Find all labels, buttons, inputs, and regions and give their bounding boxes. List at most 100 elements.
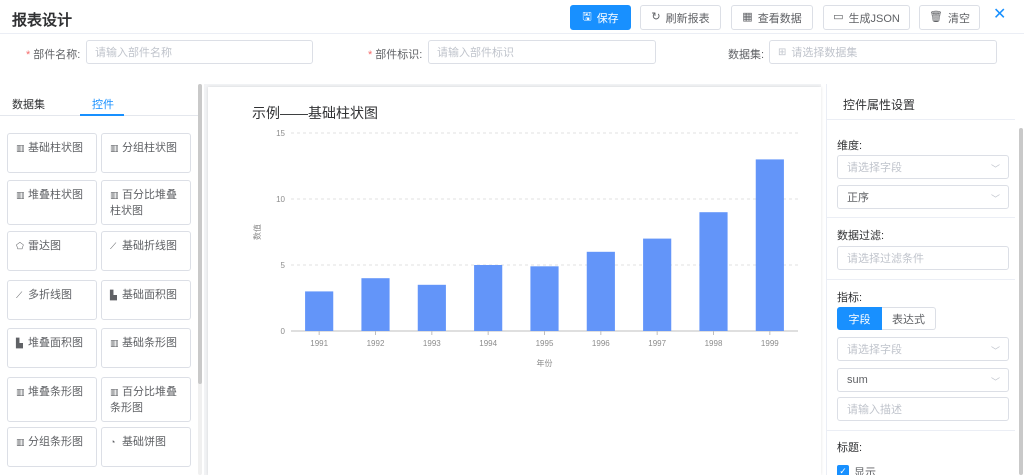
x-tick-label: 1997 xyxy=(648,339,666,348)
widget-label: 基础饼图 xyxy=(122,436,166,448)
x-tick-label: 1991 xyxy=(310,339,328,348)
show-title-checkbox[interactable]: ✓ xyxy=(837,465,849,475)
property-panel: 控件属性设置 维度: 请选择字段 ﹀ 正序 ﹀ 数据过滤: 请选择过滤条件 指标… xyxy=(826,84,1024,475)
widget-label: 多折线图 xyxy=(28,289,72,301)
divider xyxy=(827,217,1015,218)
widget-item[interactable]: ▥ 基础柱状图 xyxy=(7,133,97,173)
bar xyxy=(417,284,446,331)
bar-chart-icon: ▥ xyxy=(110,143,119,153)
x-tick-label: 1998 xyxy=(705,339,723,348)
widget-panel: 数据集 控件 ▥ 基础柱状图 ▥ 分组柱状图 ▥ 堆叠柱状图 ▥ 百分比堆叠柱状图 ⬠ 雷达图 ⟋ 基… xyxy=(0,84,198,475)
metric-tab-field[interactable]: 字段 xyxy=(837,307,882,330)
y-tick-label: 10 xyxy=(276,195,285,204)
x-axis-label: 年份 xyxy=(537,358,553,368)
view-data-button[interactable]: ▦ 查看数据 xyxy=(731,5,813,30)
property-panel-title: 控件属性设置 xyxy=(843,98,916,112)
x-tick-label: 1996 xyxy=(592,339,610,348)
grid-icon: ⊞ xyxy=(778,46,787,58)
bar xyxy=(361,278,390,331)
form-row: * 部件名称: 请输入部件名称 * 部件标识: 请输入部件标识 数据集: ⊞ 请选择… xyxy=(0,38,1024,68)
save-icon: 🖫 xyxy=(582,11,592,23)
x-tick-label: 1994 xyxy=(479,339,497,348)
widget-label: 分组柱状图 xyxy=(122,142,177,154)
dataset-select[interactable]: ⊞ 请选择数据集 xyxy=(769,40,997,64)
window-icon: ▭ xyxy=(833,11,844,23)
widget-label: 基础面积图 xyxy=(122,289,177,301)
bar xyxy=(586,251,615,331)
widget-item[interactable]: ⟋ 基础折线图 xyxy=(101,231,191,271)
dimension-order-select[interactable]: 正序 ﹀ xyxy=(837,185,1009,209)
component-id-input[interactable]: 请输入部件标识 xyxy=(428,40,656,64)
right-scrollbar[interactable] xyxy=(1019,128,1023,475)
generate-json-button[interactable]: ▭ 生成JSON xyxy=(823,5,910,30)
widget-label: 雷达图 xyxy=(28,240,61,252)
area-chart-icon: ▙ xyxy=(110,290,117,300)
widget-item[interactable]: ▥ 基础条形图 xyxy=(101,328,191,368)
widget-item[interactable]: ▥ 百分比堆叠柱状图 xyxy=(101,180,191,225)
y-tick-label: 0 xyxy=(281,327,286,336)
bar-chart-icon: ▥ xyxy=(16,143,25,153)
divider xyxy=(827,430,1015,431)
metric-tab-expression[interactable]: 表达式 xyxy=(882,307,936,330)
view-data-label: 查看数据 xyxy=(757,12,802,25)
pie-chart-icon: ◔ xyxy=(110,437,116,447)
close-icon[interactable]: ✕ xyxy=(993,7,1006,23)
widget-item[interactable]: ▙ 堆叠面积图 xyxy=(7,328,97,368)
dimension-label: 维度: xyxy=(837,140,863,152)
divider xyxy=(827,119,1015,120)
bar-chart-icon: ▥ xyxy=(16,387,25,397)
chevron-down-icon: ﹀ xyxy=(990,164,1000,174)
widget-item[interactable]: ▥ 堆叠条形图 xyxy=(7,377,97,422)
bar-chart-icon: ▥ xyxy=(16,437,25,447)
widget-label: 堆叠柱状图 xyxy=(28,189,83,201)
widget-item[interactable]: ▥ 分组条形图 xyxy=(7,427,97,467)
x-tick-label: 1992 xyxy=(367,339,385,348)
save-button[interactable]: 🖫 保存 xyxy=(570,5,631,30)
widget-label: 基础柱状图 xyxy=(28,142,83,154)
divider xyxy=(827,279,1015,280)
chart-card[interactable]: 示例——基础柱状图 0 5 10 15 1991 1992 1993 1994 1995 1996 1… xyxy=(208,87,821,475)
radar-chart-icon: ⬠ xyxy=(16,241,24,251)
clear-button[interactable]: 🗑 清空 xyxy=(919,5,980,30)
widget-item[interactable]: ▥ 百分比堆叠条形图 xyxy=(101,377,191,422)
widget-item[interactable]: ▥ 分组柱状图 xyxy=(101,133,191,173)
title-label: 标题: xyxy=(837,442,863,454)
widget-item[interactable]: ◔ 基础饼图 xyxy=(101,427,191,467)
component-id-label: * 部件标识: xyxy=(368,49,423,61)
show-title-label: 显示 xyxy=(854,467,876,475)
widget-label: 基础折线图 xyxy=(122,240,177,252)
refresh-report-button[interactable]: ↻ 刷新报表 xyxy=(640,5,721,30)
bar-chart-icon: ▥ xyxy=(16,190,25,200)
chevron-down-icon: ﹀ xyxy=(990,346,1000,356)
bar-chart-icon: ▥ xyxy=(110,190,119,200)
metric-description-input[interactable]: 请输入描述 xyxy=(837,397,1009,421)
component-name-input[interactable]: 请输入部件名称 xyxy=(86,40,313,64)
generate-json-label: 生成JSON xyxy=(848,12,900,25)
filter-select[interactable]: 请选择过滤条件 xyxy=(837,246,1009,270)
dimension-field-select[interactable]: 请选择字段 ﹀ xyxy=(837,155,1009,179)
metric-field-select[interactable]: 请选择字段 ﹀ xyxy=(837,337,1009,361)
widget-item[interactable]: ⟋ 多折线图 xyxy=(7,280,97,320)
left-scrollbar[interactable] xyxy=(198,84,202,384)
y-axis-label: 数值 xyxy=(252,224,262,240)
dataset-label: 数据集: xyxy=(728,49,765,61)
refresh-report-label: 刷新报表 xyxy=(665,12,710,25)
bar xyxy=(643,238,672,331)
widget-item[interactable]: ▙ 基础面积图 xyxy=(101,280,191,320)
line-chart-icon: ⟋ xyxy=(110,241,117,251)
component-name-label: * 部件名称: xyxy=(26,49,81,61)
clear-label: 清空 xyxy=(947,12,970,25)
chevron-down-icon: ﹀ xyxy=(990,194,1000,204)
metric-aggregation-select[interactable]: sum ﹀ xyxy=(837,368,1009,392)
tab-dataset[interactable]: 数据集 xyxy=(12,96,45,112)
tab-widgets[interactable]: 控件 xyxy=(92,96,114,112)
page-title: 报表设计 xyxy=(12,12,73,29)
widget-label: 百分比堆叠条形图 xyxy=(110,386,177,414)
bar-chart-icon: ▥ xyxy=(110,338,119,348)
bar-chart-icon: ▥ xyxy=(110,387,119,397)
x-tick-label: 1999 xyxy=(761,339,779,348)
widget-item[interactable]: ▥ 堆叠柱状图 xyxy=(7,180,97,225)
bar xyxy=(305,291,334,331)
refresh-icon: ↻ xyxy=(651,11,661,23)
widget-item[interactable]: ⬠ 雷达图 xyxy=(7,231,97,271)
